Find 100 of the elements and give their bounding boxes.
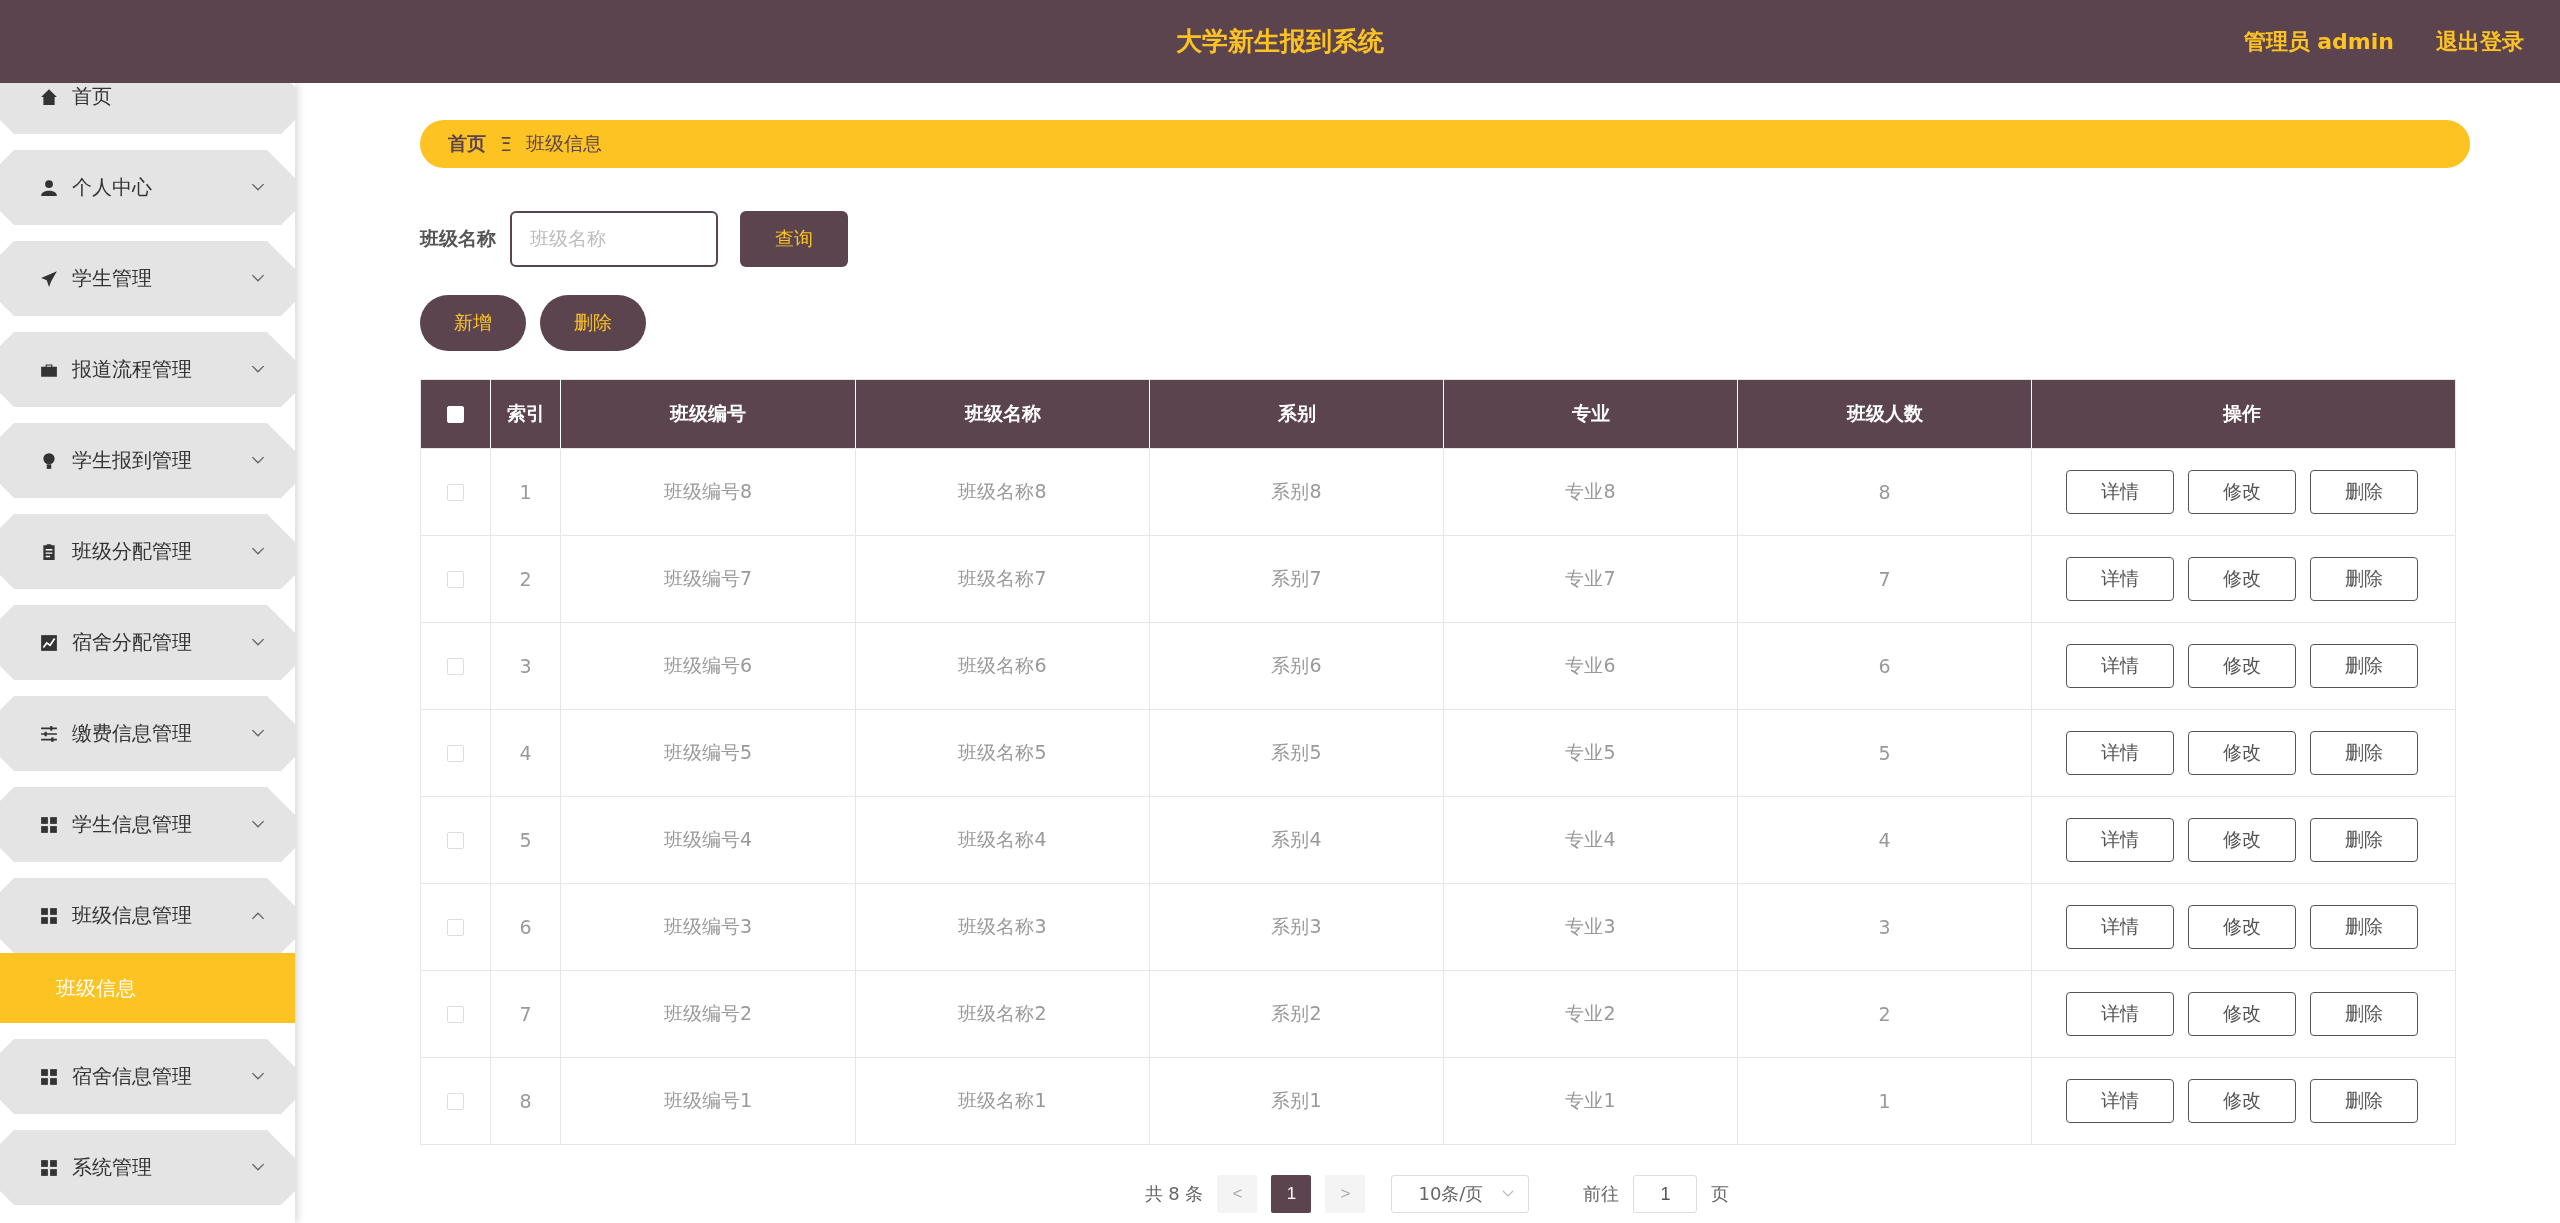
- breadcrumb-separator: Ξ: [500, 133, 512, 155]
- row-action-button[interactable]: 删除: [2309, 905, 2418, 949]
- column-header: 索引: [490, 380, 560, 448]
- table-cell: 班级名称3: [855, 884, 1149, 970]
- sidebar-menu-item[interactable]: 宿舍分配管理: [0, 605, 295, 680]
- row-action-button[interactable]: 修改: [2187, 644, 2296, 688]
- table-cell: 班级编号1: [560, 1058, 855, 1144]
- table-cell: 专业3: [1443, 884, 1737, 970]
- sidebar-menu-item[interactable]: 个人中心: [0, 150, 295, 225]
- row-checkbox[interactable]: [447, 657, 464, 675]
- table-cell: 5: [490, 797, 560, 883]
- row-checkbox[interactable]: [447, 918, 464, 936]
- sidebar-menu-item[interactable]: 首页: [0, 83, 295, 134]
- table-cell: 2: [490, 536, 560, 622]
- action-button[interactable]: 新增: [420, 295, 526, 351]
- row-checkbox[interactable]: [447, 831, 464, 849]
- column-header: 操作: [2031, 380, 2451, 448]
- breadcrumb-home-link[interactable]: 首页: [448, 131, 486, 157]
- clipboard-icon: [40, 542, 58, 561]
- table-cell: 4: [1737, 797, 2031, 883]
- table-cell: 班级编号3: [560, 884, 855, 970]
- grid-icon: [40, 1158, 58, 1177]
- search-label: 班级名称: [420, 226, 496, 251]
- table-cell: 系别6: [1149, 623, 1443, 709]
- logout-link[interactable]: 退出登录: [2436, 26, 2524, 57]
- column-header: 班级人数: [1737, 380, 2031, 448]
- row-checkbox[interactable]: [447, 570, 464, 588]
- sidebar-menu-item[interactable]: 系统管理: [0, 1130, 295, 1205]
- row-action-button[interactable]: 详情: [2065, 992, 2174, 1036]
- row-action-button[interactable]: 修改: [2187, 818, 2296, 862]
- sidebar-menu-item[interactable]: 学生报到管理: [0, 423, 295, 498]
- row-action-button[interactable]: 删除: [2309, 557, 2418, 601]
- table-cell: 8: [1737, 449, 2031, 535]
- select-all-checkbox[interactable]: [447, 405, 464, 423]
- table-cell: 系别3: [1149, 884, 1443, 970]
- sidebar-menu-item[interactable]: 报道流程管理: [0, 332, 295, 407]
- sliders-icon: [40, 724, 58, 743]
- row-action-button[interactable]: 详情: [2065, 731, 2174, 775]
- table-cell: 1: [490, 449, 560, 535]
- table-cell: 班级名称8: [855, 449, 1149, 535]
- row-action-button[interactable]: 删除: [2309, 992, 2418, 1036]
- row-action-button[interactable]: 修改: [2187, 557, 2296, 601]
- goto-page-input[interactable]: 1: [1633, 1175, 1698, 1213]
- row-checkbox[interactable]: [447, 1005, 464, 1023]
- table-cell: 6: [490, 884, 560, 970]
- table-cell: 系别2: [1149, 971, 1443, 1057]
- row-action-button[interactable]: 详情: [2065, 905, 2174, 949]
- table-cell: 班级编号2: [560, 971, 855, 1057]
- sidebar-menu-item[interactable]: 班级信息管理: [0, 878, 295, 953]
- page-size-dropdown[interactable]: 10条/页: [1391, 1175, 1530, 1213]
- table-cell: 8: [490, 1058, 560, 1144]
- sidebar-menu-item[interactable]: 宿舍信息管理: [0, 1039, 295, 1114]
- page-unit-label: 页: [1711, 1182, 1730, 1206]
- table-cell: 6: [1737, 623, 2031, 709]
- table-cell: 专业1: [1443, 1058, 1737, 1144]
- row-action-button[interactable]: 删除: [2309, 470, 2418, 514]
- column-header: 班级名称: [855, 380, 1149, 448]
- row-action-button[interactable]: 修改: [2187, 905, 2296, 949]
- sidebar-menu-item[interactable]: 学生管理: [0, 241, 295, 316]
- row-action-button[interactable]: 详情: [2065, 470, 2174, 514]
- page-number-button[interactable]: 1: [1271, 1175, 1312, 1213]
- row-action-button[interactable]: 修改: [2187, 992, 2296, 1036]
- table-cell: 系别8: [1149, 449, 1443, 535]
- table-cell: 7: [490, 971, 560, 1057]
- sidebar-menu-item[interactable]: 班级分配管理: [0, 514, 295, 589]
- table-cell: 系别1: [1149, 1058, 1443, 1144]
- table-cell: 专业2: [1443, 971, 1737, 1057]
- table-cell: 班级名称5: [855, 710, 1149, 796]
- sidebar-menu-item[interactable]: 缴费信息管理: [0, 696, 295, 771]
- row-action-button[interactable]: 详情: [2065, 1079, 2174, 1123]
- row-action-button[interactable]: 删除: [2309, 644, 2418, 688]
- row-action-button[interactable]: 修改: [2187, 1079, 2296, 1123]
- row-action-button[interactable]: 删除: [2309, 1079, 2418, 1123]
- sidebar-menu-item[interactable]: 学生信息管理: [0, 787, 295, 862]
- row-checkbox[interactable]: [447, 744, 464, 762]
- row-action-button[interactable]: 删除: [2309, 818, 2418, 862]
- row-checkbox[interactable]: [447, 1092, 464, 1110]
- table-cell: 3: [490, 623, 560, 709]
- table-cell: 班级名称1: [855, 1058, 1149, 1144]
- table-cell: 系别5: [1149, 710, 1443, 796]
- row-action-button[interactable]: 修改: [2187, 470, 2296, 514]
- table-cell: 专业8: [1443, 449, 1737, 535]
- class-name-input[interactable]: 班级名称: [510, 211, 718, 267]
- search-button[interactable]: 查询: [740, 211, 848, 267]
- row-action-button[interactable]: 修改: [2187, 731, 2296, 775]
- table-cell: 班级名称4: [855, 797, 1149, 883]
- home-icon: [40, 87, 58, 106]
- paper-plane-icon: [40, 269, 58, 288]
- row-checkbox[interactable]: [447, 483, 464, 501]
- table-cell: 2: [1737, 971, 2031, 1057]
- column-header: 专业: [1443, 380, 1737, 448]
- table-cell: 4: [490, 710, 560, 796]
- row-action-button[interactable]: 详情: [2065, 557, 2174, 601]
- user-icon: [40, 178, 58, 197]
- table-cell: 班级编号5: [560, 710, 855, 796]
- action-button[interactable]: 删除: [540, 295, 646, 351]
- row-action-button[interactable]: 详情: [2065, 644, 2174, 688]
- row-action-button[interactable]: 详情: [2065, 818, 2174, 862]
- table-cell: 班级编号4: [560, 797, 855, 883]
- row-action-button[interactable]: 删除: [2309, 731, 2418, 775]
